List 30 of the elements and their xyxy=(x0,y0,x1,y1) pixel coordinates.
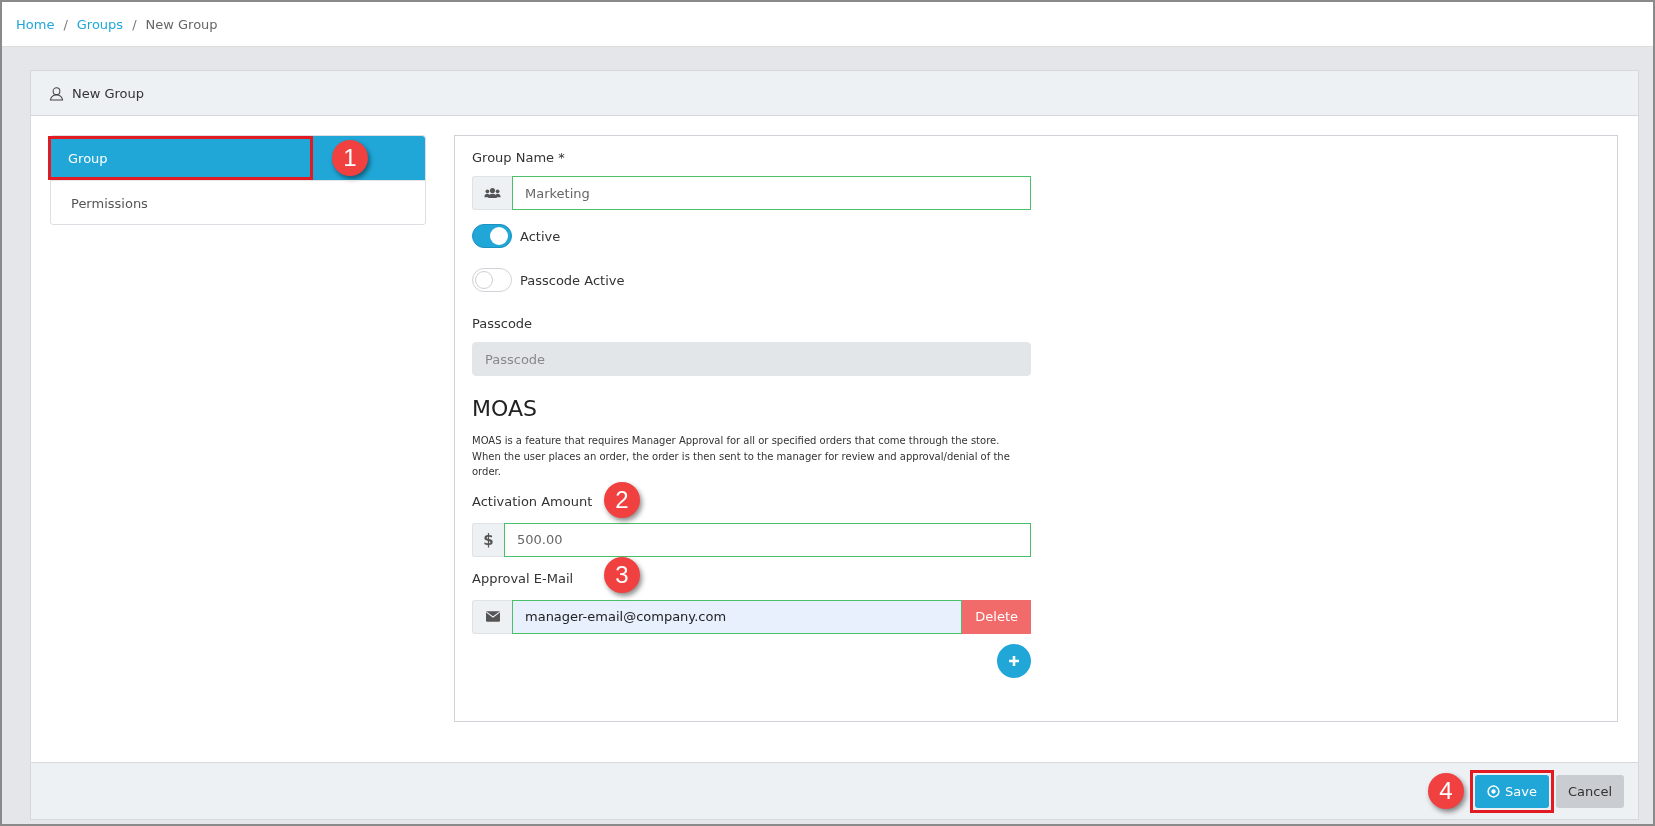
plus-icon xyxy=(1008,654,1020,667)
callout-number: 4 xyxy=(1428,773,1465,809)
section-heading: MOAS xyxy=(472,396,538,421)
field-label: Passcode xyxy=(472,316,534,331)
nav-tab[interactable]: Group 1 xyxy=(51,136,425,180)
amount-field[interactable]: 500.00 xyxy=(504,522,1031,557)
callout-number: 1 xyxy=(332,140,368,176)
breadcrumb-separator: / xyxy=(132,16,137,32)
cancel-button[interactable]: Cancel xyxy=(1555,774,1624,808)
field-label: Group Name * xyxy=(472,150,566,165)
circle-dot-icon xyxy=(1487,784,1501,798)
card-title: New Group xyxy=(72,85,145,101)
callout-number: 3 xyxy=(604,556,640,593)
toggle-label: Active xyxy=(520,228,561,244)
field-label: Approval E-Mail xyxy=(472,570,574,586)
section-description: MOAS is a feature that requires Manager Approval for all or specified orders that come through the store. When the user places an order, the order is then sent to the manager for review and approval/denial of the order. xyxy=(472,434,1011,479)
field-label: Activation Amount xyxy=(472,493,593,509)
callout-number: 2 xyxy=(604,481,640,518)
user-icon xyxy=(49,85,64,101)
toggle-label: Passcode Active xyxy=(520,272,625,288)
group-name-field[interactable]: Marketing xyxy=(512,176,1031,210)
envelope-icon xyxy=(485,611,500,622)
breadcrumb-current: New Group xyxy=(145,16,218,32)
dollar-addon: $ xyxy=(472,522,504,557)
breadcrumb-separator: / xyxy=(63,16,68,32)
toggle-switch[interactable] xyxy=(472,224,512,248)
users-icon xyxy=(484,187,501,199)
email-field[interactable]: manager-email@company.com xyxy=(512,599,963,634)
nav-tab[interactable]: Permissions xyxy=(51,180,425,225)
add-button[interactable] xyxy=(997,643,1031,678)
